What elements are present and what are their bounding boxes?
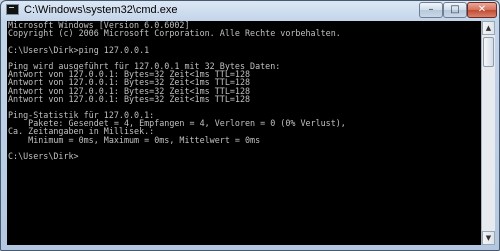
minimize-button[interactable]: –	[419, 2, 443, 18]
console-line: Copyright (c) 2006 Microsoft Corporation…	[8, 28, 341, 39]
command-prompt[interactable]: C:\Users\Dirk>	[7, 152, 481, 161]
console-window: C:\Windows\system32\cmd.exe – □ ✕ Micros…	[0, 0, 500, 251]
close-button[interactable]: ✕	[467, 2, 497, 18]
console-line: Antwort von 127.0.0.1: Bytes=32 Zeit<1ms…	[8, 93, 251, 104]
title-bar[interactable]: C:\Windows\system32\cmd.exe – □ ✕	[1, 1, 499, 21]
console-output[interactable]: Microsoft Windows [Version 6.0.6002] Cop…	[7, 21, 481, 245]
scroll-thumb[interactable]	[483, 37, 494, 67]
scroll-up-button[interactable]: ▲	[482, 21, 495, 35]
scroll-down-button[interactable]: ▼	[482, 231, 495, 245]
maximize-button[interactable]: □	[443, 2, 467, 18]
console-line: Minimum = 0ms, Maximum = 0ms, Mittelwert…	[8, 134, 261, 145]
window-title: C:\Windows\system32\cmd.exe	[24, 4, 178, 16]
console-line: C:\Users\Dirk>ping 127.0.0.1	[8, 44, 150, 55]
cmd-icon	[6, 4, 19, 15]
vertical-scrollbar[interactable]: ▲ ▼	[481, 21, 495, 245]
